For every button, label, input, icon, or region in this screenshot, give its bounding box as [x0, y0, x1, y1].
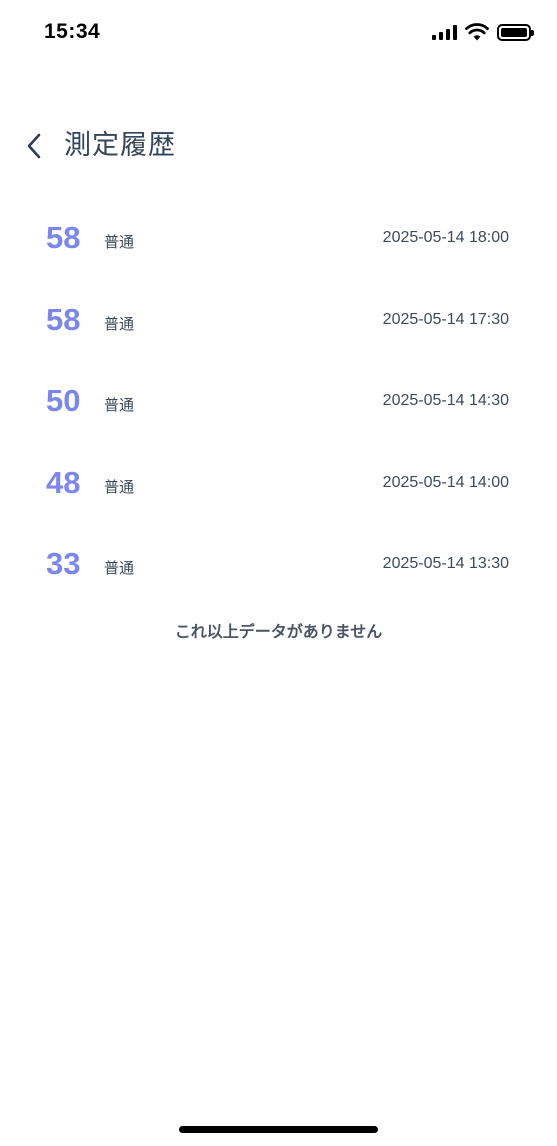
back-button[interactable] — [16, 128, 52, 164]
page-title: 測定履歴 — [64, 130, 176, 161]
score-value: 48 — [46, 464, 81, 500]
page-header: 測定履歴 — [0, 118, 557, 174]
score-value: 33 — [46, 546, 81, 581]
signal-icon — [432, 24, 457, 40]
home-indicator[interactable] — [179, 1126, 378, 1133]
measurement-datetime: 2025-05-14 17:30 — [382, 310, 509, 328]
score-value: 58 — [46, 220, 81, 255]
history-row[interactable]: 33 普通 2025-05-14 13:30 — [0, 524, 557, 606]
measurement-datetime: 2025-05-14 13:30 — [382, 555, 509, 572]
score-level: 普通 — [104, 396, 135, 414]
score-value: 58 — [46, 301, 81, 337]
history-list: 58 普通 2025-05-14 18:00 58 普通 2025-05-14 … — [0, 198, 557, 606]
chevron-left-icon — [27, 133, 41, 159]
end-of-list-message: これ以上データがありません — [174, 622, 383, 641]
score-level: 普通 — [104, 233, 135, 251]
score-level: 普通 — [104, 477, 135, 496]
status-icons — [432, 23, 534, 41]
history-row[interactable]: 48 普通 2025-05-14 14:00 — [0, 443, 557, 525]
history-row[interactable]: 58 普通 2025-05-14 18:00 — [0, 198, 557, 280]
score-level: 普通 — [104, 314, 135, 333]
score-level: 普通 — [104, 559, 135, 577]
measurement-datetime: 2025-05-14 18:00 — [382, 229, 509, 246]
status-bar: 15:34 — [0, 0, 557, 66]
wifi-icon — [465, 23, 489, 41]
status-time: 15:34 — [44, 20, 101, 43]
battery-icon — [497, 23, 534, 41]
score-value: 50 — [46, 383, 81, 418]
measurement-datetime: 2025-05-14 14:00 — [382, 473, 509, 491]
history-row[interactable]: 50 普通 2025-05-14 14:30 — [0, 361, 557, 443]
history-row[interactable]: 58 普通 2025-05-14 17:30 — [0, 280, 557, 362]
measurement-datetime: 2025-05-14 14:30 — [382, 392, 509, 409]
